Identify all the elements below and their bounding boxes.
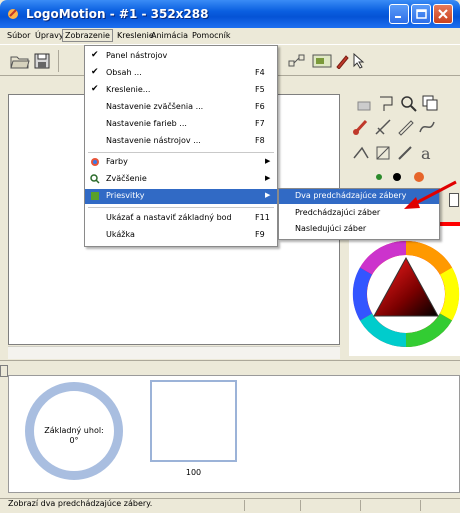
menu-item-show-base-point[interactable]: Ukázať a nastaviť základný bod F11 <box>85 211 277 226</box>
checkmark-icon: ✔ <box>91 67 99 77</box>
node-tool-icon[interactable] <box>288 53 306 69</box>
pointer-icon[interactable] <box>352 53 366 69</box>
status-separator <box>420 500 421 511</box>
status-text: Zobrazí dva predchádzajúce zábery. <box>8 499 153 508</box>
color-wheel-icon[interactable] <box>350 238 460 350</box>
menu-item-zoom-settings[interactable]: Nastavenie zväčšenia ... F6 <box>85 100 277 115</box>
menu-separator <box>88 152 274 153</box>
curve-tool-icon[interactable] <box>418 118 436 136</box>
menu-item-preview[interactable]: Ukážka F9 <box>85 228 277 243</box>
pencil-draw-tool-icon[interactable] <box>396 144 414 162</box>
rectangle-tool-icon[interactable] <box>374 144 392 162</box>
submenu-arrow-icon: ▶ <box>265 174 271 182</box>
menu-item-drawing[interactable]: ✔ Kreslenie... F5 <box>85 83 277 98</box>
minimize-button[interactable] <box>389 4 409 24</box>
minimize-icon <box>395 16 401 18</box>
submenu-arrow-icon: ▶ <box>265 157 271 165</box>
menu-view[interactable]: Zobrazenie <box>62 29 113 42</box>
window-title: LogoMotion - #1 - 352x288 <box>26 7 209 21</box>
frame-thumbnail[interactable] <box>150 380 237 462</box>
menu-drawing[interactable]: Kreslenie <box>117 31 154 40</box>
bucket-tool-icon[interactable] <box>355 94 373 112</box>
zoom-tool-icon[interactable] <box>399 94 417 112</box>
save-icon[interactable] <box>34 53 50 69</box>
text-tool-icon[interactable]: a <box>418 144 436 162</box>
transparency-icon <box>91 192 99 200</box>
submenu-arrow-icon: ▶ <box>265 191 271 199</box>
menu-item-color-settings[interactable]: Nastavenie farieb ... F7 <box>85 117 277 132</box>
close-icon <box>438 9 448 19</box>
checkmark-icon: ✔ <box>91 50 99 60</box>
status-separator <box>360 500 361 511</box>
maximize-icon <box>416 9 427 19</box>
annotation-arrow-icon <box>404 180 457 209</box>
splitter-grip[interactable] <box>0 365 8 377</box>
horizontal-scrollbar[interactable] <box>8 346 340 359</box>
menu-help[interactable]: Pomocník <box>192 31 230 40</box>
svg-text:a: a <box>421 144 431 162</box>
copy-tool-icon[interactable] <box>421 94 439 112</box>
status-separator <box>244 500 245 511</box>
line-tool-icon[interactable] <box>374 118 392 136</box>
menu-item-contents[interactable]: ✔ Obsah ... F4 <box>85 66 277 81</box>
menu-separator <box>88 207 274 208</box>
select-tool-icon[interactable] <box>377 94 395 112</box>
menu-item-zoom[interactable]: Zväčšenie ▶ <box>85 172 277 187</box>
menu-edit[interactable]: Úpravy <box>35 31 64 40</box>
submenu-item-next[interactable]: Nasledujúci záber <box>279 222 439 237</box>
menu-file[interactable]: Súbor <box>7 31 30 40</box>
toolbar-separator <box>58 50 59 72</box>
maximize-button[interactable] <box>411 4 431 24</box>
menu-item-colors[interactable]: Farby ▶ <box>85 155 277 170</box>
close-button[interactable] <box>433 4 453 24</box>
zoom-icon <box>90 174 100 184</box>
pen-tool-icon[interactable] <box>396 118 414 136</box>
status-separator <box>300 500 301 511</box>
menu-item-tool-settings[interactable]: Nastavenie nástrojov ... F8 <box>85 134 277 149</box>
frame-number: 100 <box>185 468 202 477</box>
checkmark-icon: ✔ <box>91 84 99 94</box>
image-tool-icon[interactable] <box>312 53 332 69</box>
open-icon[interactable] <box>10 53 30 69</box>
colors-icon <box>91 158 99 166</box>
menu-item-toolbar[interactable]: ✔ Panel nástrojov <box>85 49 277 64</box>
brush-tool-icon[interactable] <box>352 118 370 136</box>
menu-animation[interactable]: Animácia <box>151 31 188 40</box>
dot-tool-icon[interactable] <box>370 168 388 186</box>
pencil-icon[interactable] <box>334 53 350 69</box>
base-angle-label: Základný uhol: 0° <box>44 426 104 445</box>
app-icon <box>8 9 18 19</box>
polyline-tool-icon[interactable] <box>352 144 370 162</box>
menu-item-transparency[interactable]: Priesvitky ▶ <box>85 189 277 204</box>
